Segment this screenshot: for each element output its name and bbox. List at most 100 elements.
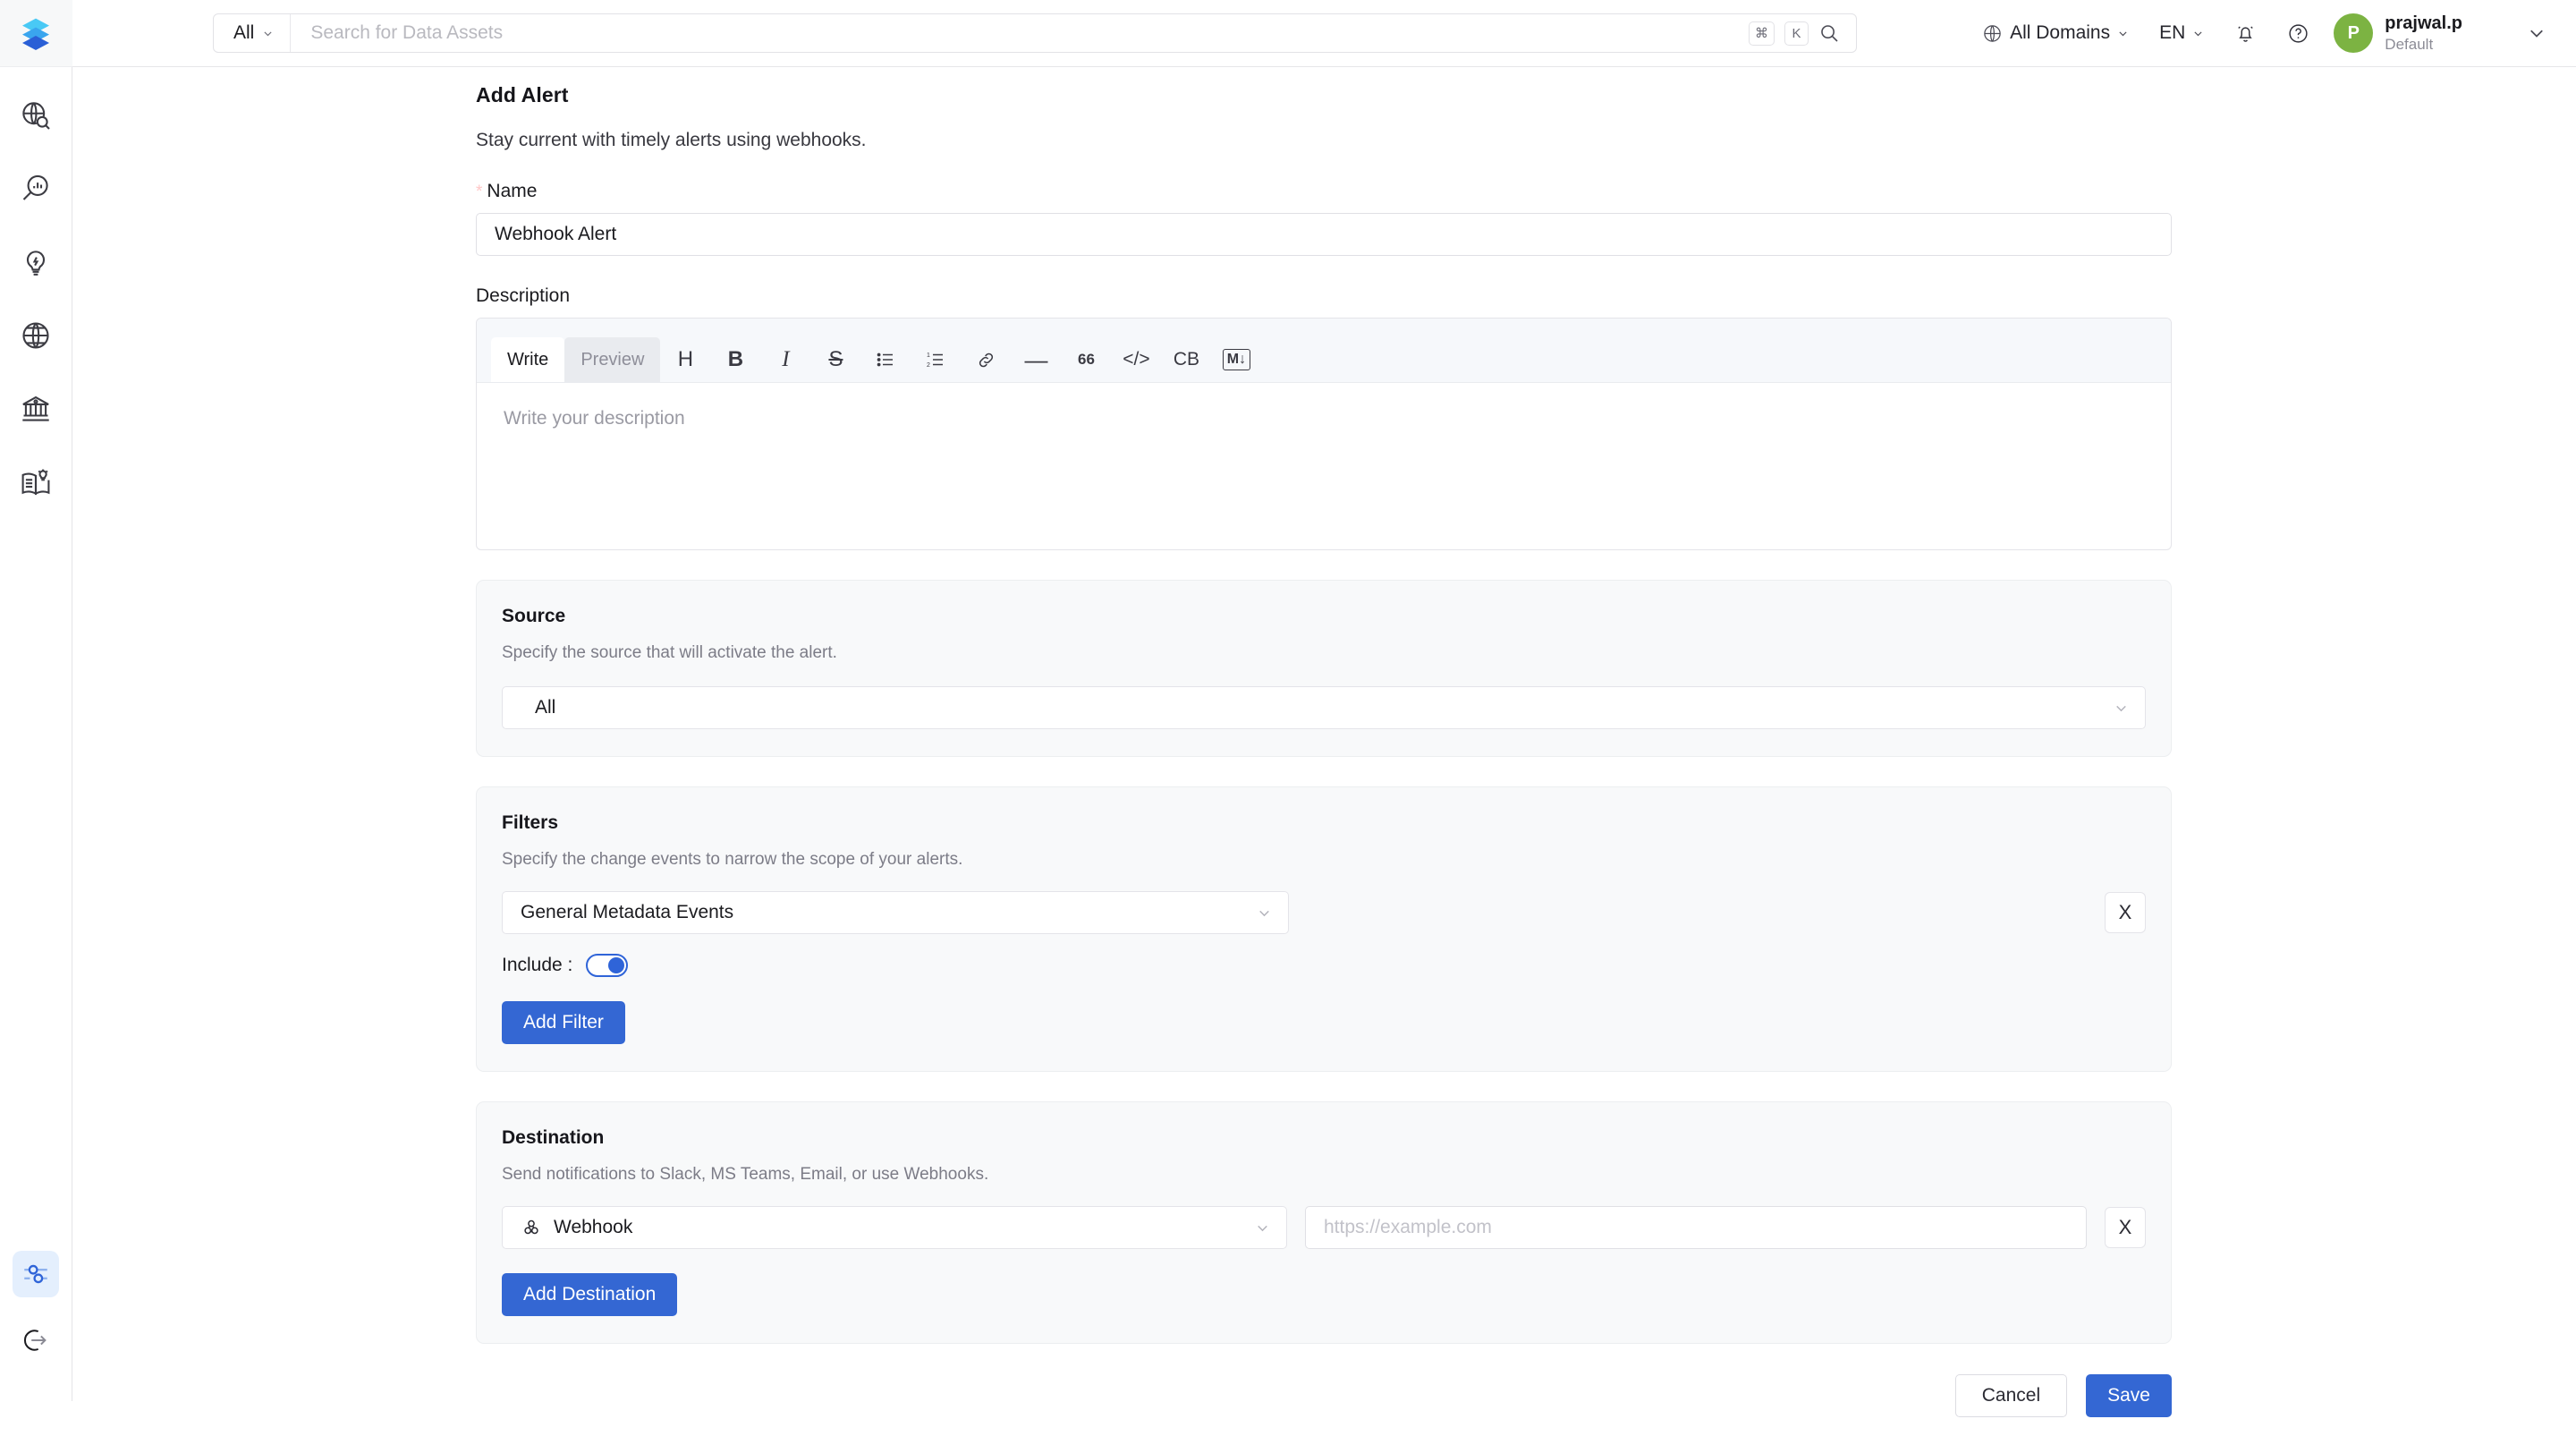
bank-icon <box>20 393 52 425</box>
link-icon[interactable] <box>961 337 1011 382</box>
name-label-text: Name <box>487 181 537 202</box>
chevron-down-icon <box>1255 1220 1270 1236</box>
sidebar-item-explore[interactable] <box>13 92 59 139</box>
chevron-down-icon <box>2117 28 2129 39</box>
source-subtitle: Specify the source that will activate th… <box>502 643 2146 663</box>
language-selector[interactable]: EN <box>2144 13 2219 54</box>
filter-type-value: General Metadata Events <box>521 902 733 923</box>
italic-icon[interactable]: I <box>760 337 810 382</box>
markdown-toolbar: Write Preview H B I S 1 2 <box>477 319 2171 383</box>
description-label-text: Description <box>476 285 570 307</box>
description-field-label: Description <box>476 285 2172 307</box>
shortcut-key-cmd: ⌘ <box>1749 21 1775 46</box>
domain-selector-label: All Domains <box>2010 22 2110 44</box>
destination-type-value: Webhook <box>554 1217 632 1238</box>
source-title: Source <box>502 606 2146 627</box>
help-button[interactable] <box>2272 13 2325 54</box>
destination-row: Webhook X <box>502 1206 2146 1249</box>
sidebar-item-insights[interactable] <box>13 239 59 285</box>
left-sidebar <box>0 0 72 1401</box>
form-actions: Cancel Save <box>476 1374 2172 1453</box>
numbered-list-icon[interactable]: 1 2 <box>911 337 961 382</box>
bullet-list-icon[interactable] <box>860 337 911 382</box>
search-icon[interactable] <box>1818 22 1840 44</box>
sidebar-item-knowledge-center[interactable] <box>13 459 59 506</box>
cancel-button[interactable]: Cancel <box>1955 1374 2067 1417</box>
chevron-down-icon[interactable] <box>2528 24 2546 42</box>
destination-type-select[interactable]: Webhook <box>502 1206 1287 1249</box>
svg-text:1: 1 <box>927 353 930 359</box>
sidebar-item-domains[interactable] <box>13 312 59 359</box>
sidebar-main-items <box>13 92 59 506</box>
app-logo[interactable] <box>0 0 72 67</box>
search-input[interactable] <box>291 14 1749 52</box>
remove-destination-button[interactable]: X <box>2105 1207 2146 1248</box>
add-destination-button[interactable]: Add Destination <box>502 1273 677 1316</box>
horizontal-rule-icon[interactable]: — <box>1011 337 1061 382</box>
sidebar-item-observability[interactable] <box>13 166 59 212</box>
sidebar-item-govern[interactable] <box>13 386 59 432</box>
language-label: EN <box>2159 22 2185 44</box>
notifications-button[interactable] <box>2219 13 2272 54</box>
link-icon <box>976 350 996 370</box>
sidebar-item-logout[interactable] <box>13 1317 59 1364</box>
filter-type-select[interactable]: General Metadata Events <box>502 891 1289 934</box>
inline-code-icon[interactable]: </> <box>1111 337 1161 382</box>
name-input[interactable] <box>476 213 2172 256</box>
avatar: P <box>2334 13 2373 53</box>
sliders-settings-icon <box>21 1259 51 1289</box>
book-bulb-icon <box>20 466 52 498</box>
save-button[interactable]: Save <box>2086 1374 2172 1417</box>
webhook-url-input[interactable] <box>1305 1206 2087 1249</box>
chevron-down-icon <box>2114 701 2129 716</box>
filters-card: Filters Specify the change events to nar… <box>476 786 2172 1072</box>
include-toggle[interactable] <box>586 954 628 977</box>
user-name: prajwal.p <box>2385 13 2462 35</box>
include-label: Include : <box>502 955 572 976</box>
destination-subtitle: Send notifications to Slack, MS Teams, E… <box>502 1165 2146 1185</box>
filters-subtitle: Specify the change events to narrow the … <box>502 850 2146 870</box>
globe-icon <box>1982 23 2003 44</box>
top-header: All ⌘ K All Domains EN <box>72 0 2576 67</box>
code-block-icon[interactable]: CB <box>1161 337 1211 382</box>
destination-card: Destination Send notifications to Slack,… <box>476 1101 2172 1344</box>
sidebar-bottom-items <box>13 1251 59 1364</box>
search-shortcuts: ⌘ K <box>1749 21 1856 46</box>
lightbulb-icon <box>20 246 52 278</box>
user-menu[interactable]: P prajwal.p Default <box>2325 13 2546 54</box>
heading-icon[interactable]: H <box>660 337 710 382</box>
magnifier-chart-icon <box>20 173 52 205</box>
domain-selector[interactable]: All Domains <box>1967 13 2144 54</box>
add-alert-form: Add Alert Stay current with timely alert… <box>476 83 2172 1453</box>
logout-arrow-icon <box>21 1326 50 1355</box>
blockquote-icon[interactable]: 66 <box>1061 337 1111 382</box>
tab-preview[interactable]: Preview <box>564 337 660 382</box>
help-circle-icon <box>2287 22 2309 45</box>
tab-write[interactable]: Write <box>491 337 564 382</box>
chevron-down-icon <box>262 28 274 39</box>
bullet-list-icon <box>875 349 896 370</box>
bold-icon[interactable]: B <box>710 337 760 382</box>
remove-filter-button[interactable]: X <box>2105 892 2146 933</box>
filters-title: Filters <box>502 812 2146 834</box>
search-scope-label: All <box>233 22 254 44</box>
main-content: Add Alert Stay current with timely alert… <box>72 67 2576 1401</box>
sidebar-item-settings[interactable] <box>13 1251 59 1297</box>
markdown-editor-body[interactable]: Write your description <box>477 383 2171 455</box>
add-filter-button[interactable]: Add Filter <box>502 1001 625 1044</box>
destination-title: Destination <box>502 1127 2146 1149</box>
webhook-icon <box>521 1217 542 1238</box>
global-search-bar: All ⌘ K <box>213 13 1857 53</box>
notification-bell-icon <box>2234 22 2257 45</box>
filter-row: General Metadata Events X <box>502 891 2146 934</box>
required-asterisk: * <box>476 183 482 200</box>
search-scope-dropdown[interactable]: All <box>214 14 291 52</box>
filter-include-row: Include : <box>502 954 2146 977</box>
strikethrough-icon[interactable]: S <box>810 337 860 382</box>
source-select[interactable]: All <box>502 686 2146 729</box>
user-role: Default <box>2385 35 2462 54</box>
markdown-icon[interactable]: M↓ <box>1211 337 1261 382</box>
shortcut-key-k: K <box>1784 21 1809 46</box>
header-right-cluster: All Domains EN P prajwal.p Default <box>1967 13 2576 54</box>
numbered-list-icon: 1 2 <box>925 349 946 370</box>
